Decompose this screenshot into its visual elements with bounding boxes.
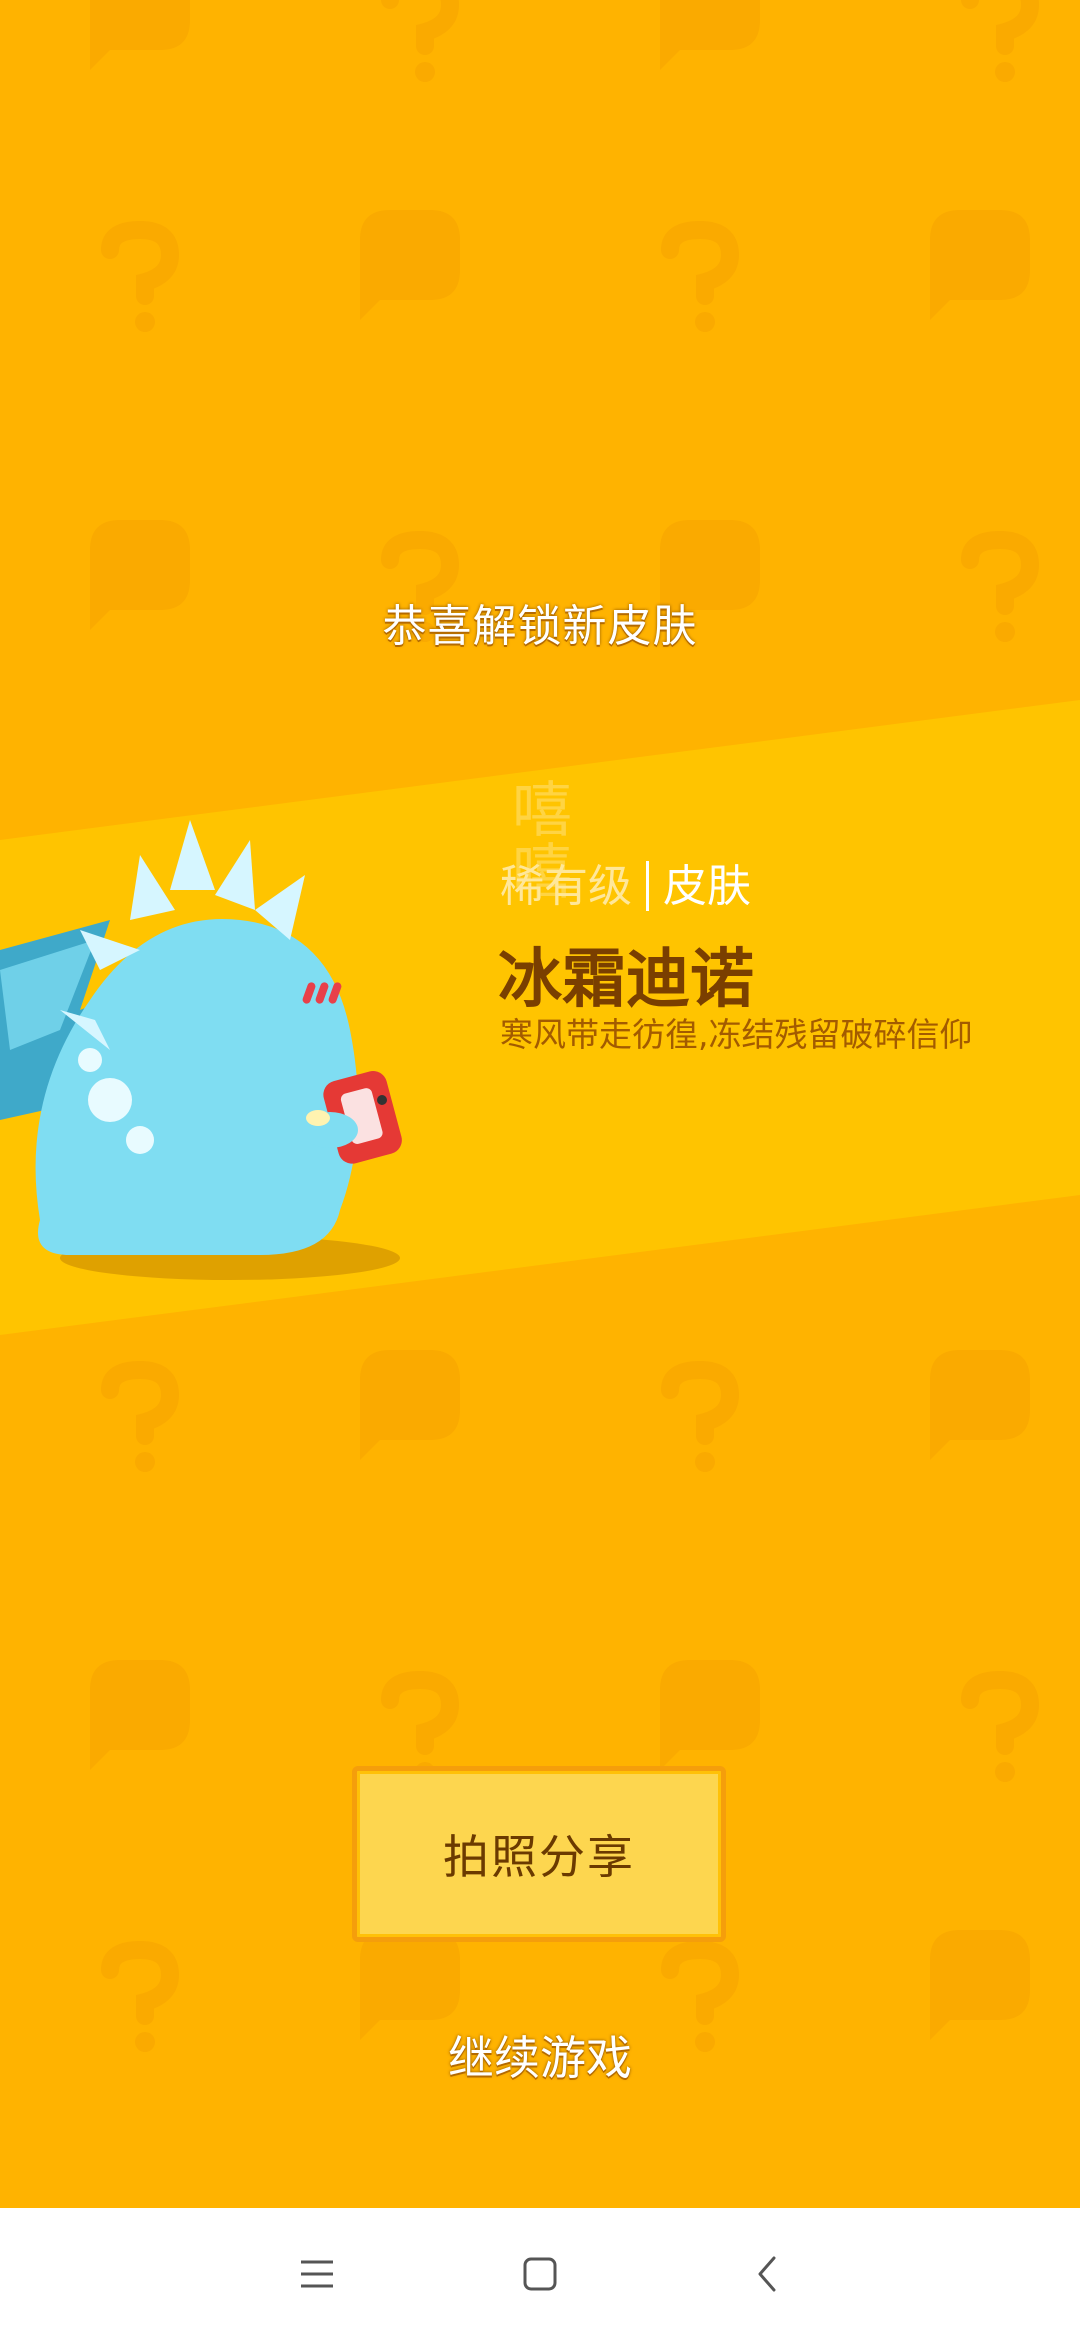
photo-share-label: 拍照分享	[443, 1830, 635, 1884]
rarity-label: 稀有级	[500, 861, 632, 912]
skin-description: 寒风带走彷徨,冻结残留破碎信仰	[500, 1015, 973, 1054]
back-chevron-icon[interactable]	[728, 2234, 808, 2314]
skin-name: 冰霜迪诺	[498, 943, 754, 1017]
photo-share-button[interactable]: 拍照分享	[352, 1766, 726, 1942]
skin-unlock-screen: 恭喜解锁新皮肤 嘻嘻 稀有级 皮肤 冰霜迪诺 寒风带走彷徨,冻结残留破碎信仰 拍…	[0, 0, 1080, 2208]
menu-icon[interactable]	[277, 2234, 357, 2314]
home-square-icon[interactable]	[500, 2234, 580, 2314]
separator-divider	[646, 861, 649, 911]
congrats-title: 恭喜解锁新皮肤	[382, 601, 698, 652]
ice-dino-mascot	[0, 820, 402, 1280]
continue-game-button[interactable]: 继续游戏	[0, 2022, 1080, 2088]
system-navigation-bar	[0, 2208, 1080, 2340]
rarity-type-row: 稀有级 皮肤	[500, 850, 751, 914]
type-label: 皮肤	[663, 861, 751, 912]
